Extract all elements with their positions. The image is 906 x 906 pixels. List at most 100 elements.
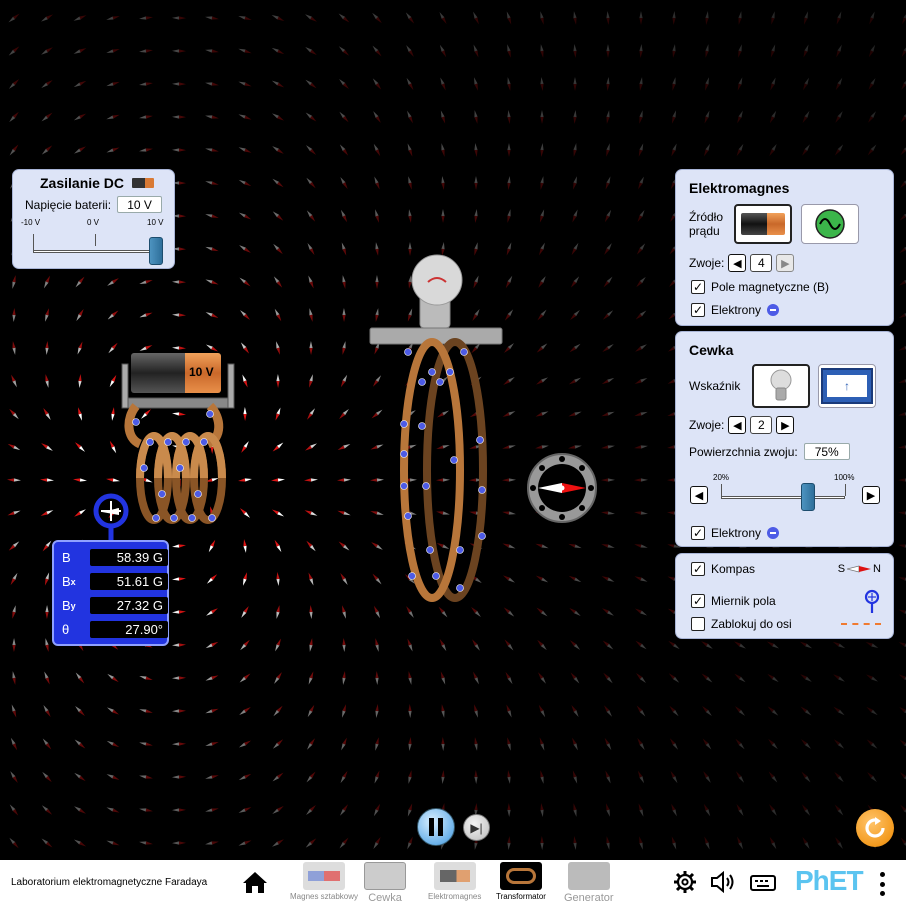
field-arrow [671, 110, 677, 124]
field-arrow [507, 836, 511, 850]
field-arrow [304, 478, 318, 482]
ac-source-button[interactable] [801, 204, 859, 244]
field-arrow [540, 176, 544, 190]
field-arrow [238, 212, 252, 220]
field-arrow [734, 641, 746, 649]
coil-turns-increase[interactable]: ▶ [776, 416, 795, 434]
field-arrow [573, 110, 577, 124]
electromagnet-turns-increase[interactable]: ▶ [776, 254, 795, 272]
field-arrow [800, 674, 812, 682]
area-increase-button[interactable]: ▶ [862, 486, 880, 504]
keyboard-icon[interactable] [750, 872, 776, 892]
field-meter-checkbox[interactable]: ✓ Miernik pola [691, 589, 881, 613]
field-arrow [637, 770, 645, 784]
field-arrow [898, 511, 906, 515]
coil-electrons-checkbox[interactable]: ✓ Elektrony [691, 526, 780, 540]
dc-source-button[interactable] [734, 204, 792, 244]
field-arrow [670, 770, 678, 784]
voltage-slider-thumb[interactable] [149, 237, 163, 265]
battery: 10 V [131, 353, 221, 393]
field-arrow [802, 144, 810, 156]
field-arrow [107, 673, 119, 683]
field-arrow [338, 13, 350, 23]
field-arrow [573, 44, 577, 58]
magnetic-field-checkbox[interactable]: ✓ Pole magnetyczne (B) [691, 280, 829, 294]
field-arrow [172, 313, 186, 317]
field-arrow [901, 78, 906, 90]
field-arrow [109, 440, 117, 454]
area-decrease-button[interactable]: ◀ [690, 486, 708, 504]
reset-all-button[interactable] [856, 809, 894, 847]
area-slider-track[interactable] [721, 496, 845, 499]
tab-label: Elektromagnes [428, 892, 482, 901]
field-arrow [734, 673, 746, 683]
tab-transformer[interactable]: Transformator [496, 862, 546, 901]
sound-icon[interactable] [710, 871, 738, 893]
field-arrow [868, 111, 876, 123]
coil-area-value: 75% [803, 443, 850, 460]
field-meter-probe[interactable] [92, 493, 130, 543]
field-arrow [306, 540, 316, 552]
field-arrow [172, 676, 186, 680]
field-arrow [866, 706, 878, 716]
lock-axis-label: Zablokuj do osi [711, 617, 792, 631]
pickup-coil[interactable] [360, 250, 510, 620]
field-arrow [372, 78, 382, 90]
more-options-icon[interactable] [880, 872, 886, 896]
field-arrow [769, 144, 777, 156]
settings-gear-icon[interactable] [674, 871, 696, 893]
field-arrow [506, 704, 512, 718]
step-forward-button[interactable]: ▶| [463, 814, 490, 841]
field-arrow [636, 243, 646, 255]
field-arrow [239, 277, 251, 287]
compass[interactable] [526, 452, 598, 524]
field-arrow [76, 309, 84, 321]
field-arrow [172, 16, 186, 20]
field-arrow [507, 77, 511, 91]
bulb-indicator-button[interactable] [752, 364, 810, 408]
phet-logo[interactable]: PhET [795, 865, 864, 897]
field-arrow [272, 211, 284, 221]
field-arrow [238, 740, 252, 748]
electromagnet-electrons-checkbox[interactable]: ✓ Elektrony [691, 303, 780, 317]
field-arrow [242, 572, 248, 586]
home-icon[interactable] [242, 871, 268, 895]
field-arrow [111, 407, 115, 421]
tab-bar-magnet[interactable]: Magnes sztabkowy [290, 862, 358, 901]
field-arrow [172, 742, 186, 746]
field-arrow [239, 707, 251, 715]
field-arrow [898, 544, 906, 548]
field-arrow [605, 770, 611, 784]
coil-turns-decrease[interactable]: ◀ [728, 416, 747, 434]
field-meter[interactable]: B 58.39 G Bx 51.61 G By 27.32 G θ 27.90° [52, 540, 169, 646]
coil-electrons-label: Elektrony [711, 526, 762, 540]
field-arrow [801, 804, 811, 816]
lock-axis-checkbox[interactable]: Zablokuj do osi [691, 617, 881, 631]
voltage-slider-track[interactable] [33, 250, 157, 253]
electromagnet-turns-decrease[interactable]: ◀ [728, 254, 747, 272]
tab-generator[interactable]: Generator [564, 862, 614, 904]
field-arrow [238, 807, 252, 813]
field-arrow [74, 806, 86, 814]
field-arrow [306, 210, 316, 222]
area-slider-thumb[interactable] [801, 483, 815, 511]
source-label: Źródło prądu [689, 210, 724, 238]
field-arrow [571, 705, 579, 717]
field-arrow [441, 209, 445, 223]
field-arrow [638, 176, 644, 190]
tab-pickup-coil[interactable]: Cewka [364, 862, 406, 904]
field-arrow [672, 44, 676, 58]
field-arrow [668, 673, 680, 683]
field-arrow [669, 705, 679, 717]
field-arrow [833, 739, 845, 749]
field-arrow [604, 737, 612, 751]
field-arrow [803, 44, 809, 58]
magnetic-field-label: Pole magnetyczne (B) [711, 280, 830, 294]
tab-electromagnet[interactable]: Elektromagnes [428, 862, 481, 901]
voltmeter-indicator-button[interactable]: ↑ [818, 364, 876, 408]
pause-button[interactable] [417, 808, 455, 846]
field-arrow [342, 605, 346, 619]
field-arrow [45, 374, 49, 388]
compass-checkbox[interactable]: ✓ Kompas S N [691, 562, 881, 576]
field-arrow [705, 77, 709, 91]
